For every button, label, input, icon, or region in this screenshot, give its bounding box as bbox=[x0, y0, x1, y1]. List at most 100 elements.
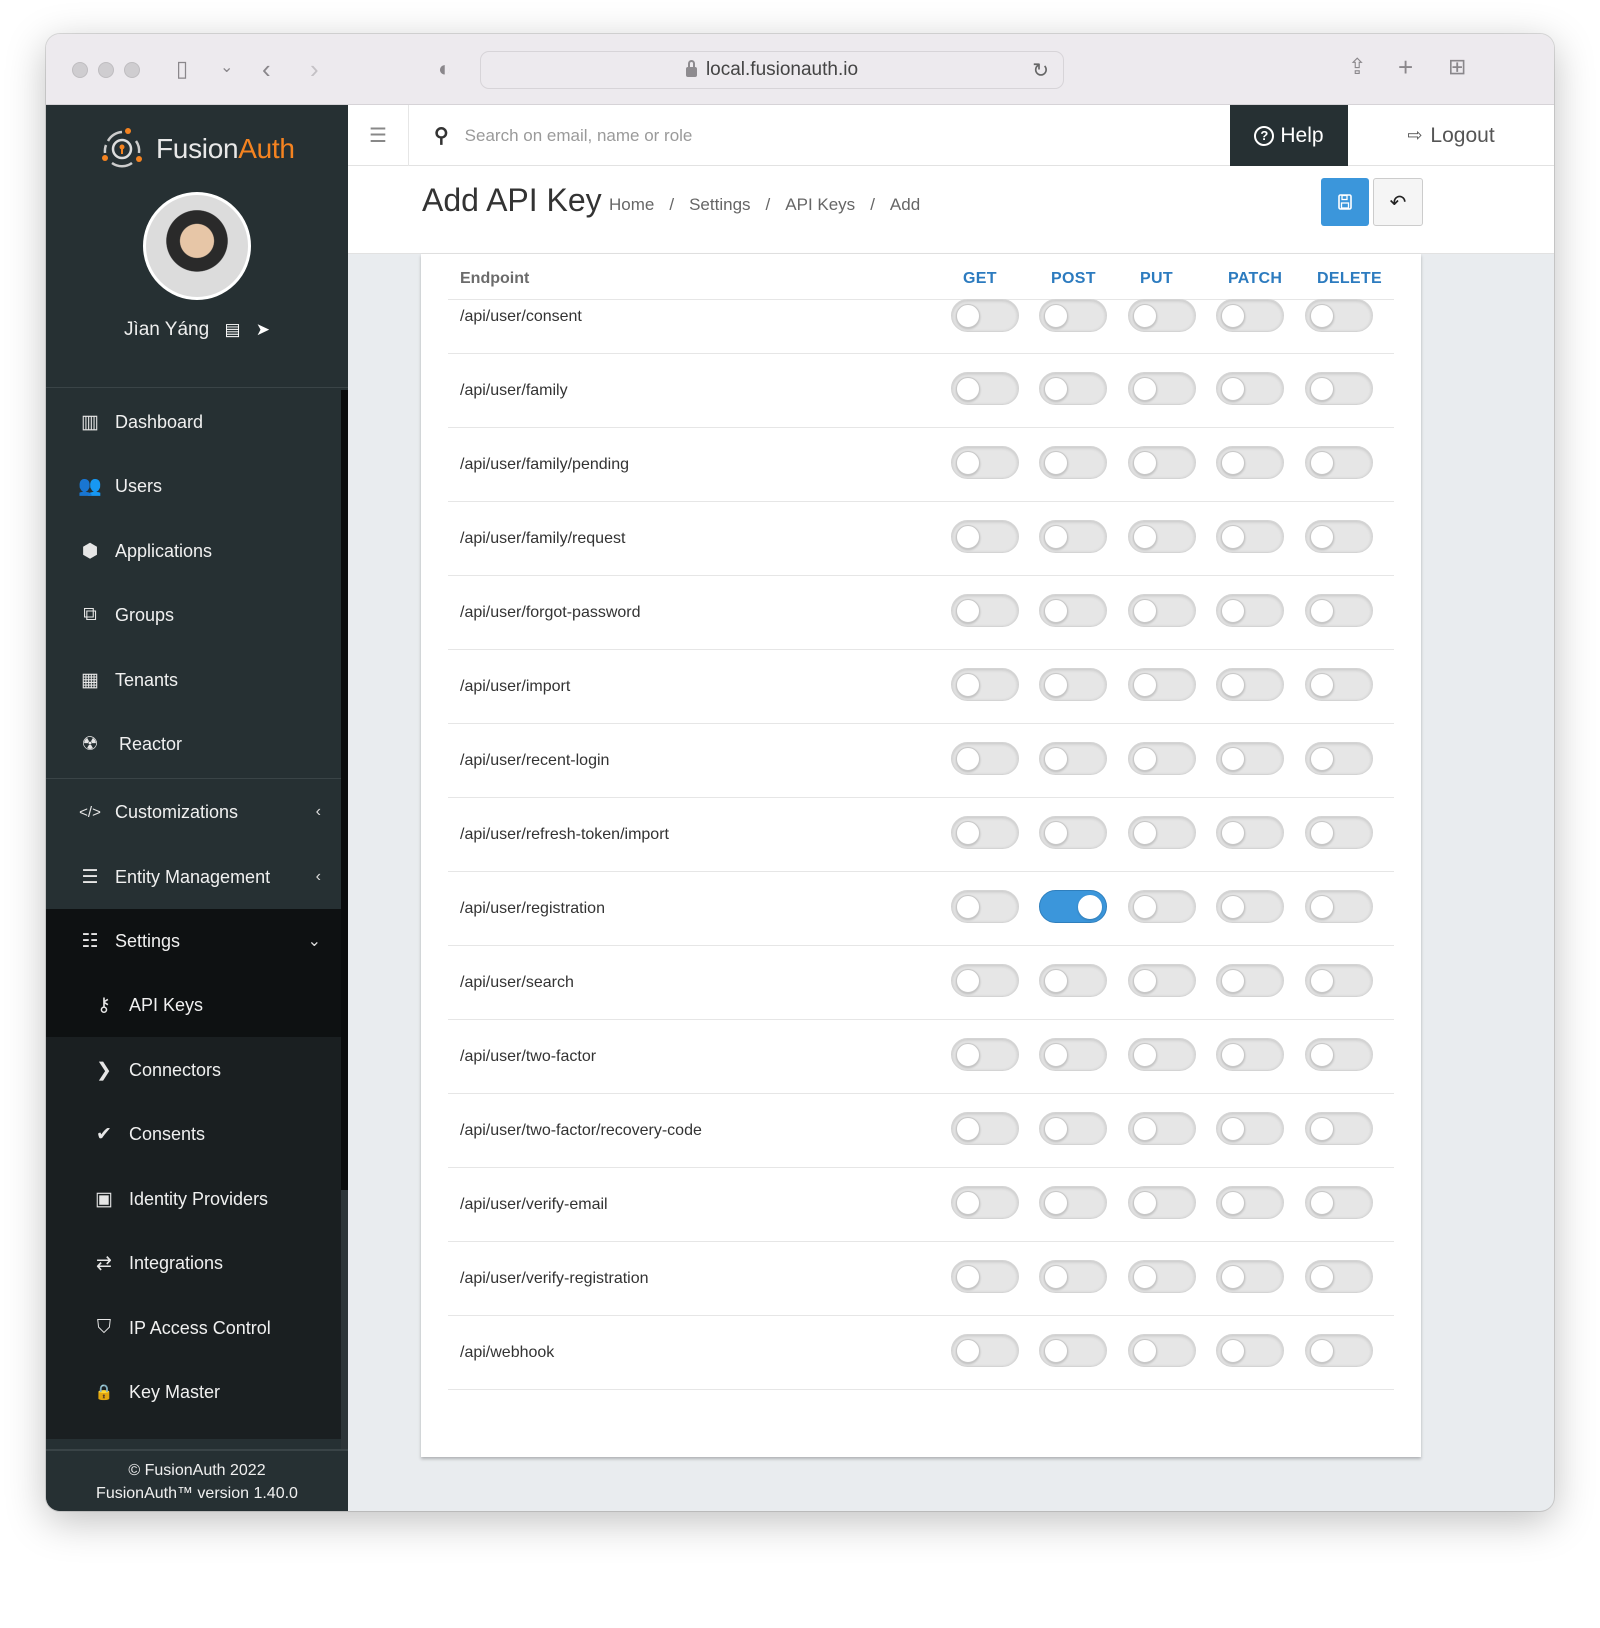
sidebar-scrollbar[interactable] bbox=[341, 390, 348, 1450]
toggle-delete[interactable] bbox=[1305, 742, 1373, 775]
toggle-post[interactable] bbox=[1039, 1112, 1107, 1145]
toggle-post[interactable] bbox=[1039, 1038, 1107, 1071]
toggle-get[interactable] bbox=[951, 446, 1019, 479]
address-bar[interactable]: local.fusionauth.io ↻ bbox=[480, 51, 1064, 89]
toggle-get[interactable] bbox=[951, 890, 1019, 923]
forward-icon[interactable]: › bbox=[310, 56, 319, 82]
sidebar-item-customizations[interactable]: </> Customizations ‹ bbox=[46, 780, 341, 844]
sidebar-item-connectors[interactable]: ❯ Connectors bbox=[46, 1038, 341, 1102]
sidebar-item-key-master[interactable]: 🔒 Key Master bbox=[46, 1360, 341, 1424]
toggle-put[interactable] bbox=[1128, 1334, 1196, 1367]
sidebar-item-dashboard[interactable]: ▥ Dashboard bbox=[46, 390, 341, 454]
shield-icon[interactable]: ◐ bbox=[438, 58, 451, 80]
sidebar-item-integrations[interactable]: ⇄ Integrations bbox=[46, 1231, 341, 1295]
toggle-put[interactable] bbox=[1128, 520, 1196, 553]
toggle-get[interactable] bbox=[951, 1260, 1019, 1293]
breadcrumb-api-keys[interactable]: API Keys bbox=[785, 195, 855, 215]
toggle-put[interactable] bbox=[1128, 1260, 1196, 1293]
column-header-get[interactable]: GET bbox=[963, 270, 997, 288]
toggle-patch[interactable] bbox=[1216, 1112, 1284, 1145]
toggle-delete[interactable] bbox=[1305, 1186, 1373, 1219]
help-button[interactable]: ? Help bbox=[1230, 105, 1348, 166]
toggle-put[interactable] bbox=[1128, 372, 1196, 405]
toggle-put[interactable] bbox=[1128, 890, 1196, 923]
sidebar-item-consents[interactable]: ✔ Consents bbox=[46, 1102, 341, 1166]
sidebar-item-entity-management[interactable]: ☰ Entity Management ‹ bbox=[46, 845, 341, 909]
toggle-get[interactable] bbox=[951, 299, 1019, 332]
sidebar-item-reactor[interactable]: ☢ Reactor bbox=[46, 712, 341, 776]
toggle-delete[interactable] bbox=[1305, 446, 1373, 479]
toggle-put[interactable] bbox=[1128, 964, 1196, 997]
back-icon[interactable]: ‹ bbox=[262, 56, 271, 82]
toggle-delete[interactable] bbox=[1305, 964, 1373, 997]
toggle-patch[interactable] bbox=[1216, 964, 1284, 997]
sidebar-item-settings[interactable]: ☷ Settings ⌄ bbox=[46, 909, 341, 973]
share-icon[interactable]: ⇪ bbox=[1348, 56, 1366, 78]
toggle-get[interactable] bbox=[951, 1038, 1019, 1071]
toggle-delete[interactable] bbox=[1305, 299, 1373, 332]
toggle-post[interactable] bbox=[1039, 964, 1107, 997]
search-input[interactable] bbox=[464, 125, 1065, 146]
toggle-post[interactable] bbox=[1039, 594, 1107, 627]
toggle-delete[interactable] bbox=[1305, 816, 1373, 849]
toggle-patch[interactable] bbox=[1216, 299, 1284, 332]
column-header-put[interactable]: PUT bbox=[1140, 270, 1173, 288]
breadcrumb-settings[interactable]: Settings bbox=[689, 195, 750, 215]
sidebar-item-groups[interactable]: ⧉ Groups bbox=[46, 583, 341, 647]
toggle-get[interactable] bbox=[951, 742, 1019, 775]
brand-logo[interactable]: FusionAuth bbox=[98, 125, 295, 173]
toggle-patch[interactable] bbox=[1216, 1186, 1284, 1219]
toggle-post[interactable] bbox=[1039, 1334, 1107, 1367]
location-arrow-icon[interactable]: ➤ bbox=[256, 320, 270, 340]
toggle-put[interactable] bbox=[1128, 1186, 1196, 1219]
logout-button[interactable]: ⇨ Logout bbox=[1348, 105, 1554, 166]
toggle-patch[interactable] bbox=[1216, 446, 1284, 479]
toggle-put[interactable] bbox=[1128, 1112, 1196, 1145]
toggle-post[interactable] bbox=[1039, 890, 1107, 923]
toggle-get[interactable] bbox=[951, 1334, 1019, 1367]
toggle-patch[interactable] bbox=[1216, 816, 1284, 849]
toggle-delete[interactable] bbox=[1305, 890, 1373, 923]
sidebar-item-identity-providers[interactable]: ▣ Identity Providers bbox=[46, 1167, 341, 1231]
reload-icon[interactable]: ↻ bbox=[1032, 58, 1049, 83]
toggle-post[interactable] bbox=[1039, 446, 1107, 479]
toggle-patch[interactable] bbox=[1216, 742, 1284, 775]
toggle-get[interactable] bbox=[951, 520, 1019, 553]
toggle-post[interactable] bbox=[1039, 742, 1107, 775]
sidebar-item-ip-access-control[interactable]: ⛉ IP Access Control bbox=[46, 1296, 341, 1360]
toggle-delete[interactable] bbox=[1305, 668, 1373, 701]
toggle-patch[interactable] bbox=[1216, 1260, 1284, 1293]
back-button[interactable]: ↶ bbox=[1373, 178, 1423, 226]
toggle-patch[interactable] bbox=[1216, 1038, 1284, 1071]
toggle-delete[interactable] bbox=[1305, 1334, 1373, 1367]
toggle-post[interactable] bbox=[1039, 816, 1107, 849]
toggle-delete[interactable] bbox=[1305, 520, 1373, 553]
toggle-post[interactable] bbox=[1039, 668, 1107, 701]
toggle-patch[interactable] bbox=[1216, 372, 1284, 405]
sidebar-item-applications[interactable]: ⬢ Applications bbox=[46, 519, 341, 583]
toggle-post[interactable] bbox=[1039, 299, 1107, 332]
toggle-get[interactable] bbox=[951, 594, 1019, 627]
toggle-put[interactable] bbox=[1128, 816, 1196, 849]
chevron-down-icon[interactable]: ⌄ bbox=[220, 60, 233, 76]
toggle-patch[interactable] bbox=[1216, 594, 1284, 627]
minimize-window-button[interactable] bbox=[98, 62, 114, 78]
sidebar-item-tenants[interactable]: ▦ Tenants bbox=[46, 648, 341, 712]
toggle-put[interactable] bbox=[1128, 668, 1196, 701]
toggle-delete[interactable] bbox=[1305, 372, 1373, 405]
profile-card-icon[interactable]: ▤ bbox=[224, 320, 240, 340]
breadcrumb-home[interactable]: Home bbox=[609, 195, 654, 215]
toggle-post[interactable] bbox=[1039, 372, 1107, 405]
toggle-post[interactable] bbox=[1039, 1260, 1107, 1293]
column-header-post[interactable]: POST bbox=[1051, 270, 1096, 288]
menu-collapse-icon[interactable]: ☰ bbox=[348, 105, 409, 166]
sidebar-item-users[interactable]: 👥 Users bbox=[46, 454, 341, 518]
toggle-put[interactable] bbox=[1128, 594, 1196, 627]
save-button[interactable] bbox=[1321, 178, 1369, 226]
toggle-get[interactable] bbox=[951, 1186, 1019, 1219]
new-tab-icon[interactable]: + bbox=[1398, 54, 1413, 80]
tab-overview-icon[interactable]: ⊞ bbox=[1448, 56, 1466, 78]
column-header-patch[interactable]: PATCH bbox=[1228, 270, 1282, 288]
toggle-get[interactable] bbox=[951, 1112, 1019, 1145]
close-window-button[interactable] bbox=[72, 62, 88, 78]
